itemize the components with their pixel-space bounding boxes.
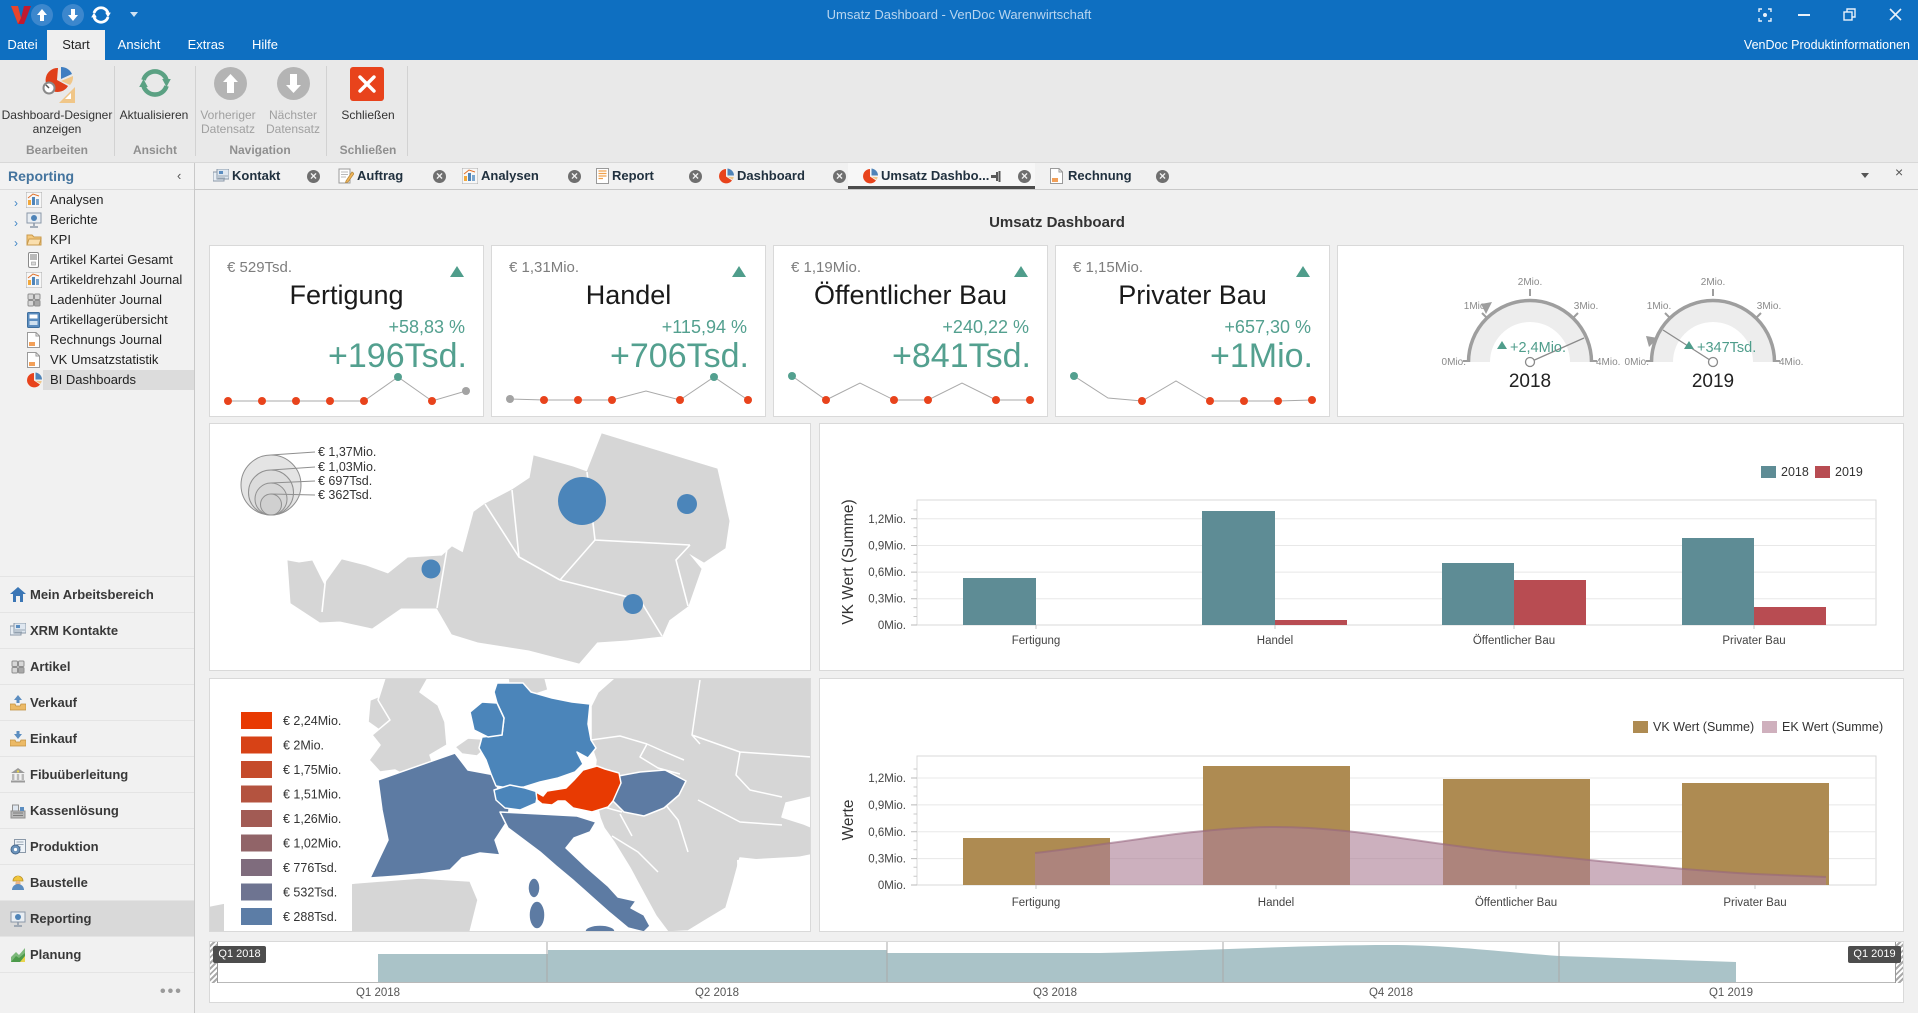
svg-text:€ 1,37Mio.: € 1,37Mio. [318,445,376,459]
svg-text:3Mio.: 3Mio. [1757,301,1781,312]
svg-text:VK Wert (Summe): VK Wert (Summe) [1653,720,1754,734]
svg-text:2Mio.: 2Mio. [1518,277,1542,288]
svg-text:Handel: Handel [1258,897,1294,909]
svg-text:Werte: Werte [840,799,857,840]
svg-text:Fertigung: Fertigung [1012,897,1061,909]
svg-text:Öffentlicher Bau: Öffentlicher Bau [1473,635,1555,647]
svg-text:€ 2,24Mio.: € 2,24Mio. [283,714,341,728]
svg-text:€ 1,26Mio.: € 1,26Mio. [283,812,341,826]
svg-text:0Mio.: 0Mio. [878,880,906,892]
svg-text:2019: 2019 [1835,465,1863,479]
svg-text:Q4 2018: Q4 2018 [1369,987,1413,999]
svg-text:4Mio.: 4Mio. [1779,357,1803,368]
svg-text:Öffentlicher Bau: Öffentlicher Bau [1475,897,1557,909]
svg-text:2018: 2018 [1509,371,1551,392]
svg-text:1,2Mio.: 1,2Mio. [868,514,906,526]
svg-text:Privater Bau: Privater Bau [1723,897,1786,909]
svg-text:€ 1,03Mio.: € 1,03Mio. [318,460,376,474]
svg-text:€ 1,02Mio.: € 1,02Mio. [283,837,341,851]
svg-text:€ 288Tsd.: € 288Tsd. [283,910,337,924]
svg-text:EK Wert (Summe): EK Wert (Summe) [1782,720,1883,734]
svg-text:2018: 2018 [1781,465,1809,479]
svg-text:0Mio.: 0Mio. [878,620,906,632]
svg-text:0,3Mio.: 0,3Mio. [868,854,906,866]
svg-text:2Mio.: 2Mio. [1701,277,1725,288]
svg-text:Q1 2018: Q1 2018 [356,987,400,999]
svg-text:Handel: Handel [1257,635,1293,647]
svg-text:0Mio.: 0Mio. [1625,357,1649,368]
svg-text:+347Tsd.: +347Tsd. [1697,340,1756,356]
svg-text:€ 776Tsd.: € 776Tsd. [283,861,337,875]
svg-text:Q3 2018: Q3 2018 [1033,987,1077,999]
svg-text:0,3Mio.: 0,3Mio. [868,594,906,606]
svg-text:0Mio.: 0Mio. [1442,357,1466,368]
svg-text:€ 362Tsd.: € 362Tsd. [318,488,372,502]
svg-text:0,9Mio.: 0,9Mio. [868,540,906,552]
svg-text:0,6Mio.: 0,6Mio. [868,827,906,839]
svg-text:3Mio.: 3Mio. [1574,301,1598,312]
svg-text:€ 697Tsd.: € 697Tsd. [318,474,372,488]
svg-text:Fertigung: Fertigung [1012,635,1061,647]
svg-text:€ 1,75Mio.: € 1,75Mio. [283,763,341,777]
svg-text:Q2 2018: Q2 2018 [695,987,739,999]
svg-text:+2,4Mio.: +2,4Mio. [1510,340,1566,356]
svg-text:0,9Mio.: 0,9Mio. [868,800,906,812]
svg-text:Q1 2019: Q1 2019 [1709,987,1753,999]
svg-text:VK Wert (Summe): VK Wert (Summe) [840,499,857,624]
svg-text:1Mio.: 1Mio. [1647,301,1671,312]
svg-text:Privater Bau: Privater Bau [1722,635,1785,647]
svg-text:€ 1,51Mio.: € 1,51Mio. [283,788,341,802]
svg-text:4Mio.: 4Mio. [1596,357,1620,368]
svg-text:1,2Mio.: 1,2Mio. [868,773,906,785]
svg-text:€ 2Mio.: € 2Mio. [283,739,324,753]
svg-text:2019: 2019 [1692,371,1734,392]
svg-text:€ 532Tsd.: € 532Tsd. [283,886,337,900]
svg-text:0,6Mio.: 0,6Mio. [868,567,906,579]
